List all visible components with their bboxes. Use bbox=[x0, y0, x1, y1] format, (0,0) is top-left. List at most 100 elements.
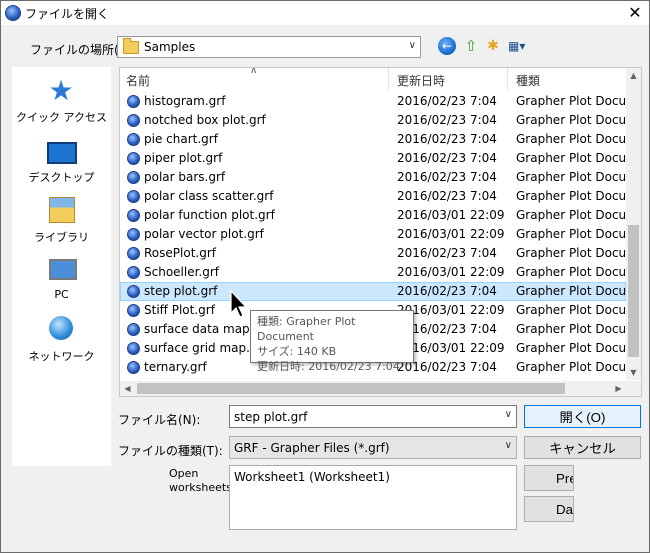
file-type: Grapher Plot Docu... bbox=[516, 265, 638, 279]
file-row[interactable]: RosePlot.grf 2016/02/23 7:04 Grapher Plo… bbox=[120, 244, 638, 263]
file-type: Grapher Plot Docu... bbox=[516, 189, 638, 203]
file-date: 2016/03/01 22:09 bbox=[397, 265, 505, 279]
column-header-type[interactable]: 種類 bbox=[516, 72, 540, 89]
column-header-name[interactable]: 名前 bbox=[126, 72, 150, 89]
grf-file-icon bbox=[127, 266, 140, 279]
place-label: ライブラリ bbox=[34, 231, 89, 244]
scroll-down-icon[interactable]: ▼ bbox=[626, 365, 641, 380]
place-pc[interactable]: PC bbox=[12, 256, 111, 316]
open-worksheets-label: Open worksheets: bbox=[169, 467, 236, 494]
sort-ascending-icon: ∧ bbox=[250, 67, 258, 76]
file-name: surface grid map.grf bbox=[144, 341, 267, 355]
file-row[interactable]: polar function plot.grf 2016/03/01 22:09… bbox=[120, 206, 638, 225]
file-date: 2016/02/23 7:04 bbox=[397, 189, 497, 203]
chevron-down-icon[interactable]: ∨ bbox=[409, 40, 416, 51]
place-desktop[interactable]: デスクトップ bbox=[12, 137, 111, 197]
file-type-select[interactable]: GRF - Grapher Files (*.grf) ∨ bbox=[229, 436, 517, 459]
chevron-down-icon[interactable]: ∨ bbox=[505, 440, 512, 451]
places-bar: ★ クイック アクセス デスクトップ ライブラリ PC ネットワーク bbox=[12, 67, 111, 466]
file-name: notched box plot.grf bbox=[144, 113, 266, 127]
column-divider[interactable] bbox=[507, 68, 508, 90]
scroll-left-icon[interactable]: ◀ bbox=[120, 381, 135, 396]
desktop-icon bbox=[47, 142, 77, 164]
file-row[interactable]: pie chart.grf 2016/02/23 7:04 Grapher Pl… bbox=[120, 130, 638, 149]
grf-file-icon bbox=[127, 114, 140, 127]
file-date: 2016/03/01 22:09 bbox=[397, 208, 505, 222]
network-icon bbox=[49, 316, 73, 340]
grf-file-icon bbox=[127, 152, 140, 165]
file-row[interactable]: piper plot.grf 2016/02/23 7:04 Grapher P… bbox=[120, 149, 638, 168]
cancel-button[interactable]: キャンセル bbox=[524, 436, 641, 459]
file-name-label: ファイル名(N): bbox=[118, 413, 201, 427]
file-date: 2016/02/23 7:04 bbox=[397, 151, 497, 165]
back-arrow-icon[interactable]: ← bbox=[438, 37, 456, 55]
file-type: Grapher Plot Docu... bbox=[516, 132, 638, 146]
view-menu-icon[interactable]: ▦▾ bbox=[508, 37, 532, 55]
place-label: デスクトップ bbox=[28, 171, 95, 184]
close-button[interactable]: ✕ bbox=[621, 1, 649, 25]
look-in-combo[interactable]: Samples ∨ bbox=[117, 36, 421, 58]
folder-icon bbox=[123, 38, 139, 54]
file-name: polar bars.grf bbox=[144, 170, 226, 184]
tooltip-modified: 更新日時: 2016/02/23 7:04 bbox=[257, 360, 400, 373]
file-row[interactable]: polar class scatter.grf 2016/02/23 7:04 … bbox=[120, 187, 638, 206]
file-type: Grapher Plot Docu... bbox=[516, 170, 638, 184]
file-name: polar vector plot.grf bbox=[144, 227, 264, 241]
file-row[interactable]: histogram.grf 2016/02/23 7:04 Grapher Pl… bbox=[120, 92, 638, 111]
grf-file-icon bbox=[127, 95, 140, 108]
data-button[interactable]: Data bbox=[524, 496, 574, 522]
file-date: 2016/02/23 7:04 bbox=[397, 246, 497, 260]
chevron-down-icon[interactable]: ∨ bbox=[505, 409, 512, 420]
grapher-app-icon bbox=[5, 5, 21, 21]
file-type: Grapher Plot Docu... bbox=[516, 113, 638, 127]
worksheet-item[interactable]: Worksheet1 (Worksheet1) bbox=[234, 470, 390, 484]
file-type: Grapher Plot Docu... bbox=[516, 360, 638, 374]
file-name: histogram.grf bbox=[144, 94, 226, 108]
scroll-right-icon[interactable]: ▶ bbox=[611, 381, 626, 396]
file-date: 2016/02/23 7:04 bbox=[397, 170, 497, 184]
column-divider[interactable] bbox=[388, 68, 389, 90]
vertical-scrollbar[interactable]: ▲ ▼ bbox=[626, 68, 641, 380]
file-name: pie chart.grf bbox=[144, 132, 218, 146]
file-row[interactable]: notched box plot.grf 2016/02/23 7:04 Gra… bbox=[120, 111, 638, 130]
place-library[interactable]: ライブラリ bbox=[12, 197, 111, 257]
preview-button[interactable]: Preview bbox=[524, 465, 574, 491]
open-button[interactable]: 開く(O) bbox=[524, 405, 641, 428]
up-folder-icon[interactable]: ⇧ bbox=[462, 37, 480, 55]
file-date: 2016/02/23 7:04 bbox=[397, 113, 497, 127]
file-type: Grapher Plot Docu... bbox=[516, 341, 638, 355]
grf-file-icon bbox=[127, 171, 140, 184]
place-label: PC bbox=[54, 288, 69, 301]
file-name: RosePlot.grf bbox=[144, 246, 216, 260]
look-in-label: ファイルの場所(I): bbox=[30, 43, 131, 57]
file-name: Schoeller.grf bbox=[144, 265, 220, 279]
file-row[interactable]: Schoeller.grf 2016/03/01 22:09 Grapher P… bbox=[120, 263, 638, 282]
file-name: ternary.grf bbox=[144, 360, 207, 374]
column-header-date[interactable]: 更新日時 bbox=[397, 72, 445, 89]
place-quick-access[interactable]: ★ クイック アクセス bbox=[12, 77, 111, 137]
file-type-value: GRF - Grapher Files (*.grf) bbox=[234, 441, 390, 455]
vertical-scroll-thumb[interactable] bbox=[628, 225, 639, 357]
open-worksheets-list[interactable]: Worksheet1 (Worksheet1) bbox=[229, 465, 517, 530]
tooltip-type: 種類: Grapher Plot Document bbox=[257, 315, 356, 343]
file-date: 2016/02/23 7:04 bbox=[397, 132, 497, 146]
file-name: piper plot.grf bbox=[144, 151, 223, 165]
file-row[interactable]: polar vector plot.grf 2016/03/01 22:09 G… bbox=[120, 225, 638, 244]
file-name: Stiff Plot.grf bbox=[144, 303, 215, 317]
file-row-selected[interactable]: step plot.grf 2016/02/23 7:04 Grapher Pl… bbox=[120, 282, 638, 301]
scrollbar-corner bbox=[626, 381, 641, 396]
file-type: Grapher Plot Docu... bbox=[516, 246, 638, 260]
grf-file-icon bbox=[127, 361, 140, 374]
look-in-value: Samples bbox=[144, 40, 196, 54]
file-name: polar function plot.grf bbox=[144, 208, 275, 222]
title-bar: ファイルを開く ✕ bbox=[1, 1, 649, 25]
horizontal-scrollbar[interactable]: ◀ ▶ bbox=[120, 381, 626, 396]
place-network[interactable]: ネットワーク bbox=[12, 316, 111, 376]
file-date: 2016/02/23 7:04 bbox=[397, 94, 497, 108]
place-label: ネットワーク bbox=[28, 350, 95, 363]
horizontal-scroll-thumb[interactable] bbox=[137, 383, 565, 394]
scroll-up-icon[interactable]: ▲ bbox=[626, 68, 641, 83]
file-name-input[interactable]: step plot.grf ∨ bbox=[229, 405, 517, 428]
file-row[interactable]: polar bars.grf 2016/02/23 7:04 Grapher P… bbox=[120, 168, 638, 187]
new-folder-icon[interactable]: ✱ bbox=[484, 37, 502, 55]
